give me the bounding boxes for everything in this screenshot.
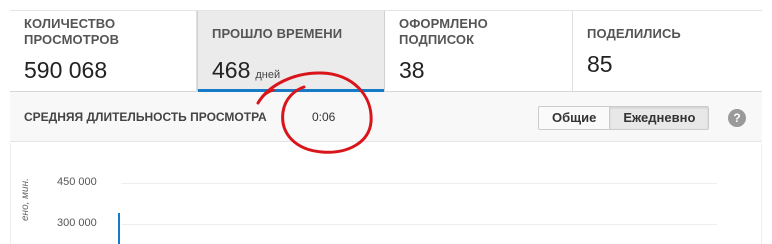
chart-series-line [118,213,120,244]
stat-value: 590 068 [24,57,108,83]
stat-shares[interactable]: Поделились 85 [573,11,762,91]
view-toggle: Общие Ежедневно [538,106,710,130]
stat-views[interactable]: Количество просмотров 590 068 [10,11,197,91]
toggle-total-button[interactable]: Общие [539,107,610,129]
stat-label: Оформлено подписок [399,16,488,47]
toggle-daily-button[interactable]: Ежедневно [609,107,709,129]
average-duration-value: 0:06 [312,110,336,124]
stat-label: Прошло времени [212,26,343,41]
stat-value: 468 дней [212,57,281,83]
stats-bar: Количество просмотров 590 068 Прошло вре… [10,10,762,92]
gridline [121,224,717,225]
y-tick-label: 300 000 [57,217,97,229]
gridline [121,183,717,184]
stat-unit: дней [255,69,281,81]
chart-area: ено, мин. 450 000 300 000 [10,143,762,244]
stat-label: Количество просмотров [24,16,120,47]
average-duration-row: Средняя длительность просмотра 0:06 Общи… [10,92,762,142]
stat-elapsed-time[interactable]: Прошло времени 468 дней [197,11,385,92]
stat-value: 38 [399,57,425,83]
help-icon[interactable]: ? [728,109,746,127]
average-duration-label: Средняя длительность просмотра [24,110,267,124]
stat-subscriptions[interactable]: Оформлено подписок 38 [385,11,573,91]
stat-value: 85 [587,51,613,77]
y-tick-label: 450 000 [57,176,97,188]
y-axis-label: ено, мин. [20,178,31,221]
stat-label: Поделились [587,26,681,41]
